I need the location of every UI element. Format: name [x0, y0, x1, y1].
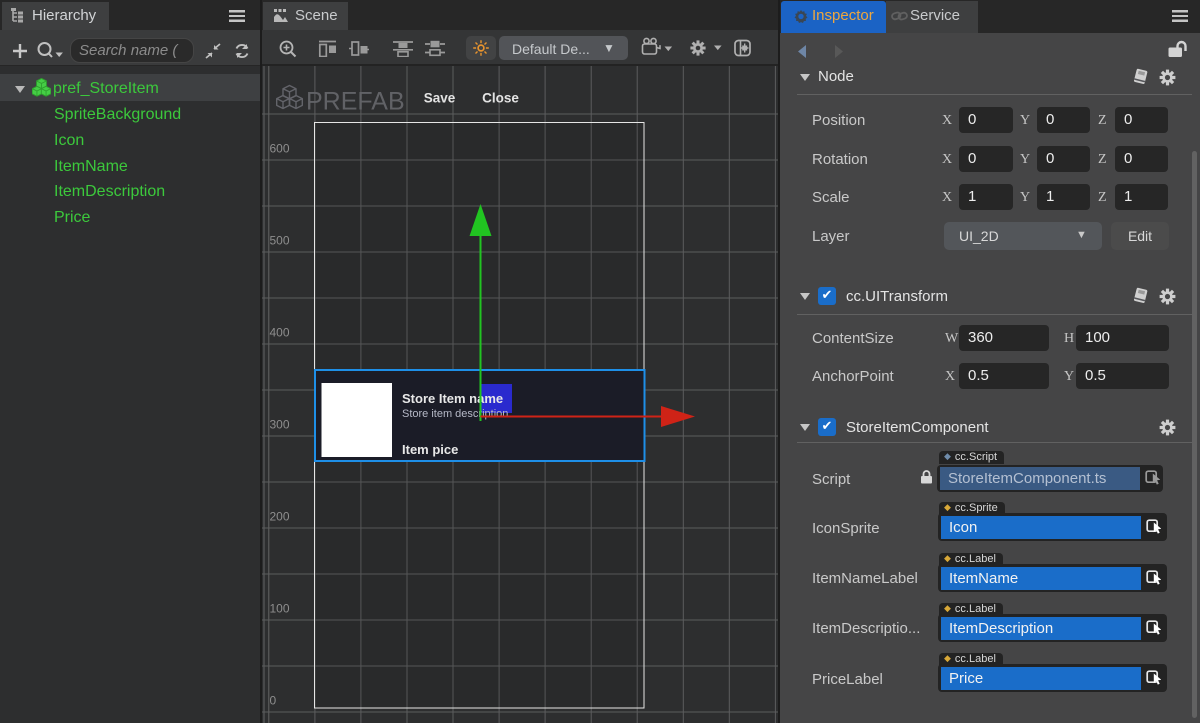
svg-text:Item pice: Item pice [402, 442, 458, 457]
svg-text:Save: Save [424, 91, 456, 106]
svg-text:Store item description: Store item description [402, 408, 508, 420]
svg-text:500: 500 [270, 234, 290, 248]
svg-text:600: 600 [270, 142, 290, 156]
svg-text:0: 0 [270, 694, 277, 708]
svg-text:Close: Close [482, 91, 519, 106]
svg-text:PREFAB: PREFAB [306, 88, 405, 116]
svg-text:400: 400 [270, 326, 290, 340]
svg-text:200: 200 [270, 510, 290, 524]
svg-text:300: 300 [270, 418, 290, 432]
svg-text:Store Item name: Store Item name [402, 391, 503, 406]
svg-text:100: 100 [270, 602, 290, 616]
